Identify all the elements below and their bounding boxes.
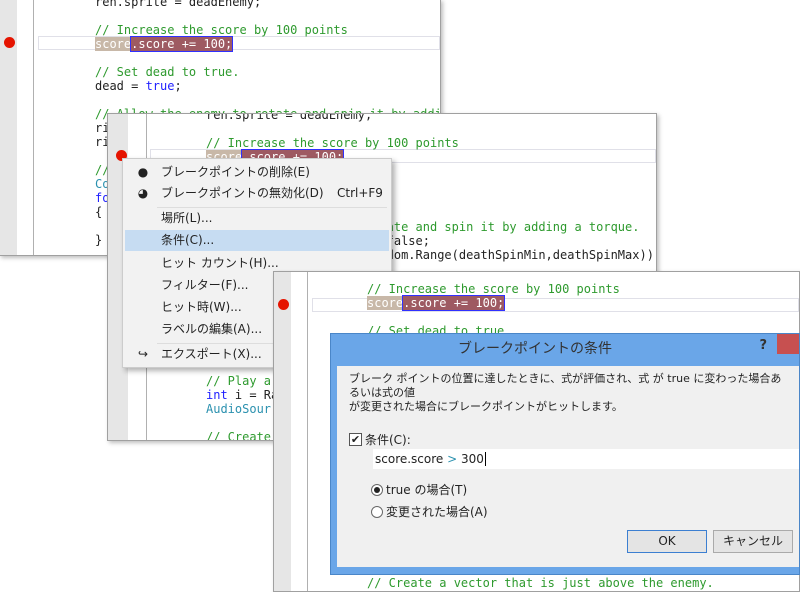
menu-item-delete-breakpoint[interactable]: ● ブレークポイントの削除(E) — [125, 162, 389, 183]
condition-checkbox[interactable]: ✔ 条件(C): — [349, 431, 411, 448]
breakpoint-condition-dialog: ブレークポイントの条件 ? ブレーク ポイントの位置に達したときに、式が評価され… — [330, 333, 800, 575]
menu-item-condition[interactable]: 条件(C)... — [125, 230, 389, 251]
ok-button[interactable]: OK — [627, 530, 707, 553]
dialog-description: ブレーク ポイントの位置に達したときに、式が評価され、式 が true に変わっ… — [349, 372, 782, 413]
export-icon: ↪ — [137, 347, 149, 361]
margin-divider — [33, 0, 34, 255]
shortcut: Ctrl+F9 — [337, 186, 383, 200]
cancel-button[interactable]: キャンセル — [713, 530, 793, 553]
condition-input[interactable]: score.score > 300 — [373, 449, 799, 469]
breakpoint-icon[interactable] — [278, 299, 289, 310]
menu-item-location[interactable]: 場所(L)... — [125, 208, 389, 229]
checkmark-icon: ✔ — [349, 433, 362, 446]
radio-is-true[interactable]: true の場合(T) — [371, 481, 467, 498]
dialog-title: ブレークポイントの条件 — [458, 341, 612, 357]
breakpoint-disable-icon: ◕ — [137, 186, 149, 200]
code-text: // Create a vector that is just above th… — [367, 576, 714, 590]
code-text: // Increase the score by 100 points scor… — [367, 282, 620, 338]
gutter[interactable] — [274, 272, 291, 591]
margin-divider — [307, 272, 308, 591]
help-button[interactable]: ? — [759, 338, 767, 353]
breakpoint-delete-icon: ● — [137, 165, 149, 179]
radio-has-changed[interactable]: 変更された場合(A) — [371, 503, 488, 520]
menu-item-disable-breakpoint[interactable]: ◕ ブレークポイントの無効化(D) Ctrl+F9 — [125, 183, 389, 204]
close-button[interactable] — [777, 334, 799, 354]
breakpoint-icon[interactable] — [4, 37, 15, 48]
dialog-body: ブレーク ポイントの位置に達したときに、式が評価され、式 が true に変わっ… — [337, 366, 799, 567]
